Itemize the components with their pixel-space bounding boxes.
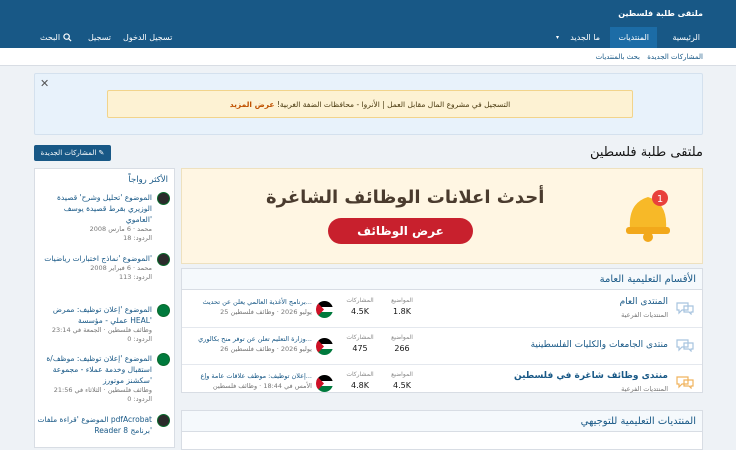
site-title[interactable]: ملتقى طلبة فلسطين: [618, 9, 703, 18]
forum-title[interactable]: منتدى وظائف شاغرة في فلسطين: [514, 371, 668, 381]
sidebar-thread-replies: الردود: 0: [127, 335, 152, 343]
search-link[interactable]: البحث: [40, 27, 60, 48]
sidebar-thread-title[interactable]: الموضوع 'قراءة ملفات pdfAcrobat Reader 8…: [37, 414, 170, 436]
trending-sidebar: الأكثر رواجاً الموضوع 'تحليل وشرح' قصيدة…: [34, 168, 175, 448]
avatar: [157, 253, 170, 266]
threads-count: 4.5K: [393, 381, 411, 390]
posts-stat: المشاركات 475: [342, 334, 378, 353]
section-title[interactable]: الأقسام التعليمية العامة: [182, 269, 702, 290]
sidebar-thread-title[interactable]: الموضوع 'نماذج اختبارات رياضيات': [37, 253, 170, 264]
subforums-dropdown[interactable]: المنتديات الفرعية: [621, 385, 668, 393]
sidebar-thread-meta: وظائف فلسطين · الجمعة في 23:14: [51, 326, 152, 334]
threads-stat: المواضيع 266: [384, 334, 420, 353]
forum-title[interactable]: منتدى الجامعات والكليات الفلسطينية: [531, 340, 668, 350]
latest-post-meta: الأمس في 18:44 · وظائف فلسطين: [212, 382, 312, 390]
latest-post-meta: 26 يوليو 2026 · وظائف فلسطين: [220, 345, 312, 353]
latest-post-title[interactable]: إعلان توظيف: موظف علاقات عامة وإع...: [190, 371, 312, 381]
threads-label: المواضيع: [391, 297, 413, 304]
palestine-flag-avatar[interactable]: [316, 375, 333, 392]
nav-home[interactable]: الرئيسية: [672, 27, 700, 48]
bell-icon: 1: [626, 190, 670, 242]
sidebar-thread-title[interactable]: الموضوع 'تحليل وشرح' قصيدة الوزيري بقرط …: [37, 192, 170, 225]
nav-whats-new[interactable]: ما الجديد: [570, 27, 600, 48]
forum-row: منتدى وظائف شاغرة في فلسطين المنتديات ال…: [182, 365, 702, 402]
search-icon[interactable]: [63, 33, 72, 42]
sub-nav: المشاركات الجديدة بحث بالمنتديات: [0, 48, 736, 66]
sidebar-thread[interactable]: الموضوع 'إعلان توظيف: موظف/ة استقبال وخد…: [37, 353, 170, 404]
banner-badge: 1: [657, 194, 663, 205]
palestine-flag-avatar[interactable]: [316, 338, 333, 355]
latest-post: برنامج الأغذية العالمي يعلن عن تحديث... 2…: [190, 297, 312, 317]
sidebar-thread-replies: الردود: 0: [127, 395, 152, 403]
site-header: ملتقى طلبة فلسطين: [0, 0, 736, 27]
posts-count: 4.8K: [351, 381, 369, 390]
forum-section: المنتديات التعليمية للتوجيهي: [181, 410, 703, 450]
posts-label: المشاركات: [346, 371, 374, 378]
notice-text: التسجيل في مشروع المال مقابل العمل | الأ…: [274, 100, 511, 109]
threads-stat: المواضيع 4.5K: [384, 371, 420, 390]
forum-title[interactable]: المنتدى العام: [620, 297, 668, 307]
avatar: [157, 304, 170, 317]
latest-post: إعلان توظيف: موظف علاقات عامة وإع... الأم…: [190, 371, 312, 391]
sidebar-thread-replies: الردود: 18: [123, 234, 152, 242]
threads-label: المواضيع: [391, 334, 413, 341]
threads-label: المواضيع: [391, 371, 413, 378]
sidebar-thread-meta: محمد · 6 فبراير 2008: [90, 264, 152, 272]
threads-stat: المواضيع 1.8K: [384, 297, 420, 316]
sidebar-thread-meta: وظائف فلسطين · الثلاثاء في 21:56: [53, 386, 152, 394]
sidebar-thread-title[interactable]: الموضوع 'إعلان توظيف: ممرض عملي - مؤسسة …: [37, 304, 170, 326]
forum-row: المنتدى العام المنتديات الفرعية المواضيع…: [182, 291, 702, 328]
chat-bubbles-icon: [676, 339, 694, 352]
posts-label: المشاركات: [346, 334, 374, 341]
view-jobs-button[interactable]: عرض الوظائف: [328, 218, 473, 244]
posts-label: المشاركات: [346, 297, 374, 304]
sidebar-thread-title[interactable]: الموضوع 'إعلان توظيف: موظف/ة استقبال وخد…: [37, 353, 170, 386]
section-title[interactable]: المنتديات التعليمية للتوجيهي: [182, 411, 702, 432]
chevron-down-icon[interactable]: ▾: [556, 27, 559, 48]
close-icon[interactable]: ✕: [40, 77, 49, 90]
jobs-banner[interactable]: أحدث اعلانات الوظائف الشاغرة عرض الوظائف…: [181, 168, 703, 264]
sidebar-thread[interactable]: الموضوع 'إعلان توظيف: ممرض عملي - مؤسسة …: [37, 304, 170, 344]
lightbulb-icon: ✎: [98, 149, 105, 157]
palestine-flag-avatar[interactable]: [316, 301, 333, 318]
subforums-dropdown[interactable]: المنتديات الفرعية: [621, 311, 668, 319]
sidebar-thread-replies: الردود: 113: [119, 273, 152, 281]
subnav-new-posts[interactable]: المشاركات الجديدة: [647, 53, 703, 61]
avatar: [157, 192, 170, 205]
sidebar-thread-meta: محمد · 6 مارس 2008: [89, 225, 152, 233]
sidebar-thread[interactable]: الموضوع 'نماذج اختبارات رياضيات' محمد · …: [37, 253, 170, 282]
avatar: [157, 414, 170, 427]
notice-banner: التسجيل في مشروع المال مقابل العمل | الأ…: [107, 90, 633, 118]
threads-count: 1.8K: [393, 307, 411, 316]
latest-post: وزارة التعليم تعلن عن توفر منح بكالوري..…: [190, 334, 312, 354]
chat-bubbles-icon: [676, 376, 694, 389]
posts-stat: المشاركات 4.8K: [342, 371, 378, 390]
new-posts-button-label: المشاركات الجديدة: [40, 149, 97, 157]
sidebar-thread[interactable]: الموضوع 'قراءة ملفات pdfAcrobat Reader 8…: [37, 414, 170, 436]
posts-count: 4.5K: [351, 307, 369, 316]
main-nav: الرئيسية المنتديات ما الجديد ▾ تسجيل الد…: [0, 27, 736, 48]
posts-stat: المشاركات 4.5K: [342, 297, 378, 316]
login-link[interactable]: تسجيل الدخول: [123, 27, 172, 48]
latest-post-title[interactable]: برنامج الأغذية العالمي يعلن عن تحديث...: [190, 297, 312, 307]
notice-read-more-link[interactable]: عرض المزيد: [230, 100, 275, 109]
forum-section: الأقسام التعليمية العامة المنتدى العام ا…: [181, 268, 703, 393]
banner-headline: أحدث اعلانات الوظائف الشاغرة: [266, 187, 545, 208]
posts-count: 475: [352, 344, 368, 353]
threads-count: 266: [394, 344, 410, 353]
nav-forums[interactable]: المنتديات: [610, 27, 657, 48]
avatar: [157, 353, 170, 366]
page-title: ملتقى طلبة فلسطين: [589, 145, 703, 160]
forum-row: منتدى الجامعات والكليات الفلسطينية الموا…: [182, 328, 702, 365]
chat-bubbles-icon: [676, 302, 694, 315]
sidebar-title: الأكثر رواجاً: [128, 175, 168, 185]
latest-post-title[interactable]: وزارة التعليم تعلن عن توفر منح بكالوري..…: [190, 334, 312, 344]
notice-container: ✕ التسجيل في مشروع المال مقابل العمل | ا…: [34, 73, 703, 135]
latest-post-meta: 25 يوليو 2026 · وظائف فلسطين: [220, 308, 312, 316]
subnav-search-forums[interactable]: بحث بالمنتديات: [596, 53, 640, 61]
new-posts-button[interactable]: المشاركات الجديدة ✎: [34, 145, 111, 161]
register-link[interactable]: تسجيل: [88, 27, 111, 48]
sidebar-thread[interactable]: الموضوع 'تحليل وشرح' قصيدة الوزيري بقرط …: [37, 192, 170, 243]
